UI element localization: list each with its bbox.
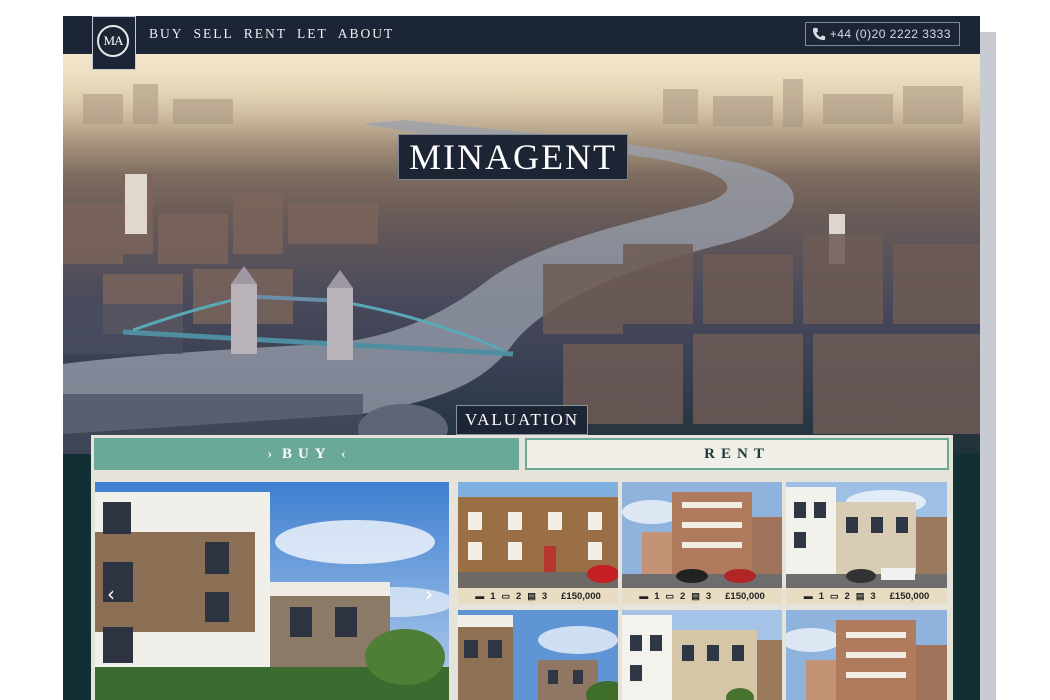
room-icon: ▤ (691, 590, 700, 601)
listing-price: £150,000 (889, 590, 930, 602)
property-photo (622, 482, 782, 588)
listings-panel: › BUY ‹ RENT ‹ › ▬ 1 ▭ 2 ▤ 3 £150,000 ▬ … (91, 435, 953, 700)
listing-card[interactable]: ▬ 1 ▭ 2 ▤ 3 £150,000 (458, 482, 618, 604)
tab-buy[interactable]: › BUY ‹ (94, 438, 519, 470)
listing-price: £150,000 (725, 590, 765, 602)
bath-count: 2 (516, 590, 522, 602)
bed-icon: ▬ (475, 591, 485, 601)
featured-property-photo (95, 482, 449, 700)
bath-icon: ▭ (830, 590, 839, 601)
listing-meta: ▬ 1 ▭ 2 ▤ 3 £150,000 (786, 588, 947, 604)
carousel-prev-arrow[interactable]: ‹ (107, 582, 115, 606)
listing-meta: ▬ 1 ▭ 2 ▤ 3 £150,000 (458, 588, 618, 604)
room-icon: ▤ (855, 590, 865, 601)
listing-card[interactable] (786, 610, 947, 700)
tab-rent-label: RENT (704, 446, 770, 462)
bed-count: 1 (490, 590, 496, 602)
brand-title: MINAGENT (398, 134, 628, 180)
listing-card[interactable]: ▬ 1 ▭ 2 ▤ 3 £150,000 (622, 482, 782, 604)
bath-count: 2 (680, 590, 686, 602)
listing-price: £150,000 (561, 590, 601, 602)
tab-buy-label: BUY (281, 446, 332, 462)
menu-item-about[interactable]: ABOUT (338, 26, 395, 42)
property-photo (458, 482, 618, 588)
top-nav: BUY SELL RENT LET ABOUT +44 (0)20 2222 3… (63, 16, 980, 54)
bed-icon: ▬ (639, 591, 649, 601)
menu-item-sell[interactable]: SELL (194, 26, 234, 42)
property-photo (458, 610, 618, 700)
menu-item-buy[interactable]: BUY (149, 26, 184, 42)
room-count: 3 (705, 590, 712, 602)
phone-number: +44 (0)20 2222 3333 (829, 27, 951, 41)
chevron-left-icon: ‹ (340, 446, 346, 462)
page-shadow (980, 32, 996, 700)
listing-meta: ▬ 1 ▭ 2 ▤ 3 £150,000 (622, 588, 782, 604)
bath-icon: ▭ (665, 590, 675, 601)
phone-icon (812, 27, 825, 41)
bed-count: 1 (654, 590, 660, 602)
property-photo (786, 610, 947, 700)
city-illustration (63, 79, 980, 454)
featured-listing[interactable]: ‹ › (95, 482, 449, 700)
main-menu: BUY SELL RENT LET ABOUT (149, 26, 394, 42)
listing-card[interactable] (458, 610, 618, 700)
bed-count: 1 (818, 590, 825, 602)
menu-item-rent[interactable]: RENT (244, 26, 287, 42)
carousel-next-arrow[interactable]: › (425, 582, 433, 606)
tab-rent[interactable]: RENT (525, 438, 949, 470)
bed-icon: ▬ (803, 591, 813, 601)
listing-card[interactable]: ▬ 1 ▭ 2 ▤ 3 £150,000 (786, 482, 947, 604)
valuation-button[interactable]: VALUATION (456, 405, 589, 435)
room-count: 3 (541, 590, 548, 602)
property-photo (786, 482, 947, 588)
website-frame: MINAGENT VALUATION BUY SELL RENT LET ABO… (63, 16, 980, 700)
logo-mark: MA (97, 25, 129, 57)
hero-banner: MINAGENT VALUATION (63, 54, 980, 454)
listing-card[interactable] (622, 610, 782, 700)
chevron-right-icon: › (267, 446, 273, 462)
room-icon: ▤ (527, 590, 536, 601)
bath-icon: ▭ (501, 590, 511, 601)
logo[interactable]: MA (92, 16, 136, 70)
menu-item-let[interactable]: LET (297, 26, 328, 42)
bath-count: 2 (844, 590, 850, 602)
property-photo (622, 610, 782, 700)
phone-contact[interactable]: +44 (0)20 2222 3333 (804, 22, 960, 46)
room-count: 3 (870, 590, 876, 602)
